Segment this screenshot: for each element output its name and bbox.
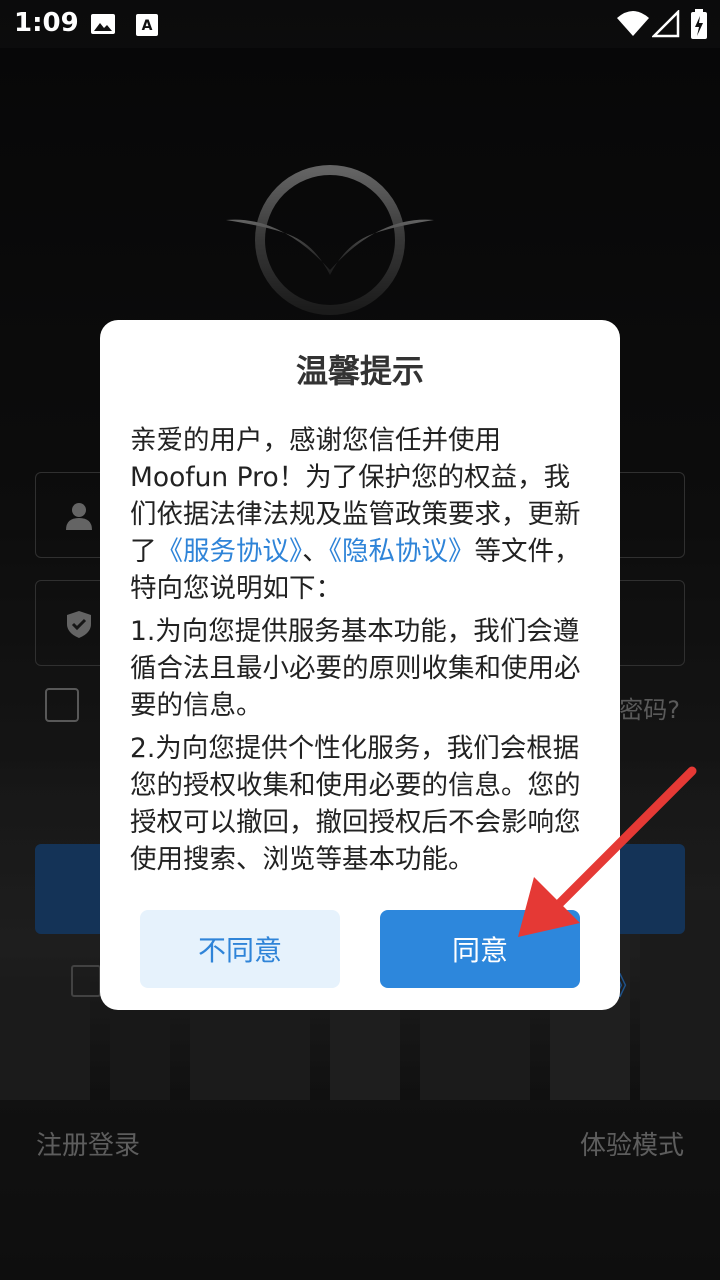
privacy-agreement-link[interactable]: 《隐私协议》	[329, 536, 475, 567]
font-icon: A	[136, 14, 158, 36]
disagree-button[interactable]: 不同意	[140, 910, 340, 988]
separator-text: 、	[302, 536, 329, 567]
service-agreement-link[interactable]: 《服务协议》	[157, 536, 303, 567]
battery-charging-icon	[691, 9, 707, 39]
intro-paragraph: 亲爱的用户，感谢您信任并使用Moofun Pro！为了保护您的权益，我们依据法律…	[130, 422, 592, 607]
wifi-icon	[617, 11, 649, 36]
svg-text:A: A	[142, 18, 153, 34]
pointer-arrow-icon	[518, 766, 697, 937]
dialog-title: 温馨提示	[295, 352, 424, 390]
status-bar: 1:09 A	[0, 0, 720, 48]
gallery-icon	[91, 14, 115, 34]
status-time: 1:09	[14, 8, 79, 38]
item-1: 1.为向您提供服务基本功能，我们会遵循合法且最小必要的原则收集和使用必要的信息。	[130, 616, 581, 721]
signal-icon	[652, 10, 680, 38]
